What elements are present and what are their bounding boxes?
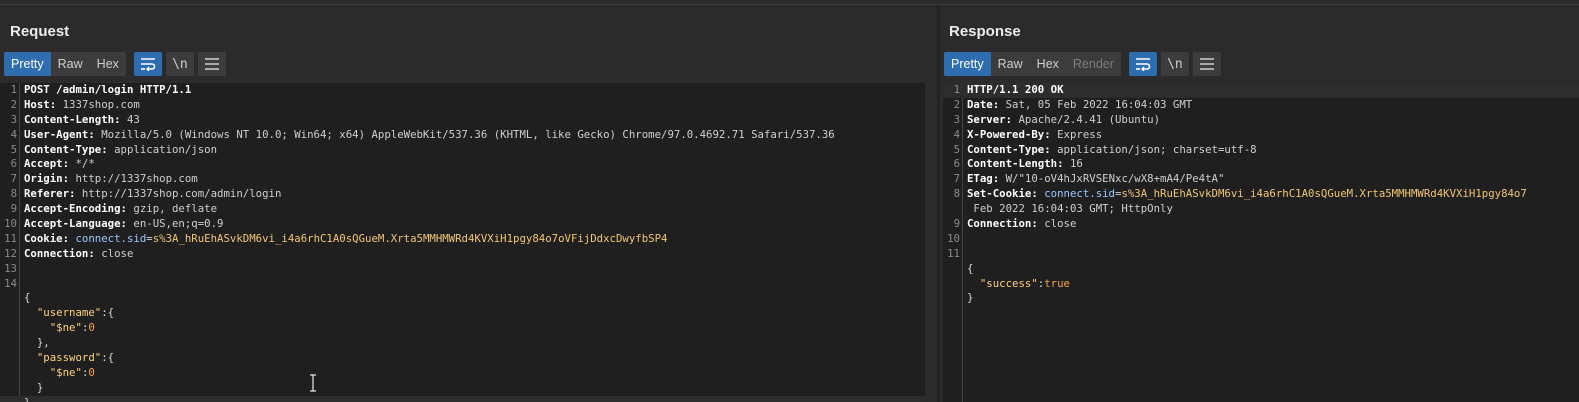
code-line: 8 Referer: http://1337shop.com/admin/logi…	[10, 187, 282, 201]
code-line: 9 Accept-Encoding: gzip, deflate	[10, 202, 218, 216]
response-title: Response	[949, 23, 1021, 40]
code-line: "$ne":0	[49, 321, 95, 335]
wrap-lines-icon	[140, 58, 156, 71]
response-view-tabs: Pretty Raw Hex Render	[944, 52, 1121, 76]
code-line: 11	[947, 246, 960, 260]
code-line: 13	[4, 261, 17, 275]
code-line: }	[0, 395, 925, 402]
code-line: 5 Content-Type: application/json; charset…	[953, 142, 1257, 156]
wrap-lines-icon	[1135, 58, 1151, 71]
code-line: 2 Host: 1337shop.com	[10, 97, 140, 111]
response-toolbar: Pretty Raw Hex Render \n	[944, 52, 1221, 76]
code-line: {	[967, 261, 974, 275]
code-line: }	[967, 291, 974, 305]
code-line: 8 Set-Cookie: connect.sid=s%3A_hRuEhASvkD…	[953, 187, 1527, 201]
code-line: 1 POST /admin/login HTTP/1.1	[10, 83, 192, 96]
code-line: 1 HTTP/1.1 200 OK	[943, 83, 1579, 98]
code-line: 11 Cookie: connect.sid=s%3A_hRuEhASvkDM6v…	[4, 231, 668, 245]
code-line: "$ne":0	[49, 365, 95, 379]
code-line: 9 Connection: close	[953, 217, 1077, 231]
request-pane: Request Pretty Raw Hex \n 1 POST /admin/l…	[0, 5, 937, 402]
code-line: 7 ETag: W/"10-oV4hJxRVSENxc/wX8+mA4/Pe4tA…	[953, 172, 1225, 186]
code-line: 10	[947, 231, 960, 245]
tab-hex[interactable]: Hex	[1030, 52, 1066, 76]
code-line: {	[24, 291, 31, 305]
code-line: 6 Content-Length: 16	[953, 157, 1083, 171]
wrap-lines-button[interactable]	[133, 52, 162, 76]
code-line: 2 Date: Sat, 05 Feb 2022 16:04:03 GMT	[953, 97, 1193, 111]
code-line: }	[36, 380, 44, 394]
wrap-lines-button[interactable]	[1128, 52, 1157, 76]
request-scrollbar[interactable]	[925, 83, 937, 402]
tab-render[interactable]: Render	[1066, 52, 1121, 76]
code-line: 12 Connection: close	[4, 246, 134, 260]
code-line: Feb 2022 16:04:03 GMT; HttpOnly	[967, 202, 1173, 216]
menu-button[interactable]	[1192, 52, 1221, 76]
code-line: 14	[4, 276, 17, 290]
request-view-tabs: Pretty Raw Hex	[4, 52, 126, 76]
tab-pretty[interactable]: Pretty	[944, 52, 991, 76]
code-line: 4 User-Agent: Mozilla/5.0 (Windows NT 10.…	[10, 127, 835, 141]
text-cursor-icon	[310, 374, 316, 392]
code-line: 4 X-Powered-By: Express	[953, 127, 1103, 141]
code-line: "success":true	[979, 276, 1070, 290]
code-line: 5 Content-Type: application/json	[10, 142, 218, 156]
code-line: "username":{	[36, 306, 115, 320]
hamburger-menu-icon	[204, 58, 219, 70]
show-newlines-icon: \n	[1167, 56, 1183, 72]
tab-raw[interactable]: Raw	[51, 52, 90, 76]
request-editor[interactable]: 1 POST /admin/login HTTP/1.1 2 Host: 1337s…	[0, 83, 925, 402]
request-title: Request	[10, 23, 70, 40]
code-line: 3 Server: Apache/2.4.41 (Ubuntu)	[953, 112, 1161, 126]
show-newlines-icon: \n	[172, 56, 188, 72]
code-line: "password":{	[36, 351, 115, 365]
show-newlines-button[interactable]: \n	[1160, 52, 1189, 76]
code-line: 3 Content-Length: 43	[10, 112, 140, 126]
show-newlines-button[interactable]: \n	[165, 52, 194, 76]
code-line: 10 Accept-Language: en-US,en;q=0.9	[4, 217, 224, 231]
code-line: 6 Accept: */*	[10, 157, 95, 171]
code-line: 7 Origin: http://1337shop.com	[10, 172, 198, 186]
tab-pretty[interactable]: Pretty	[4, 52, 51, 76]
code-line: },	[36, 336, 50, 350]
hamburger-menu-icon	[1199, 58, 1214, 70]
response-editor[interactable]: 1 HTTP/1.1 200 OK 2 Date: Sat, 05 Feb 2022…	[943, 83, 1579, 402]
tab-hex[interactable]: Hex	[90, 52, 126, 76]
request-toolbar: Pretty Raw Hex \n	[4, 52, 226, 76]
tab-raw[interactable]: Raw	[991, 52, 1030, 76]
menu-button[interactable]	[197, 52, 226, 76]
response-pane: Response Pretty Raw Hex Render \n 1 HTTP/	[940, 5, 1579, 402]
